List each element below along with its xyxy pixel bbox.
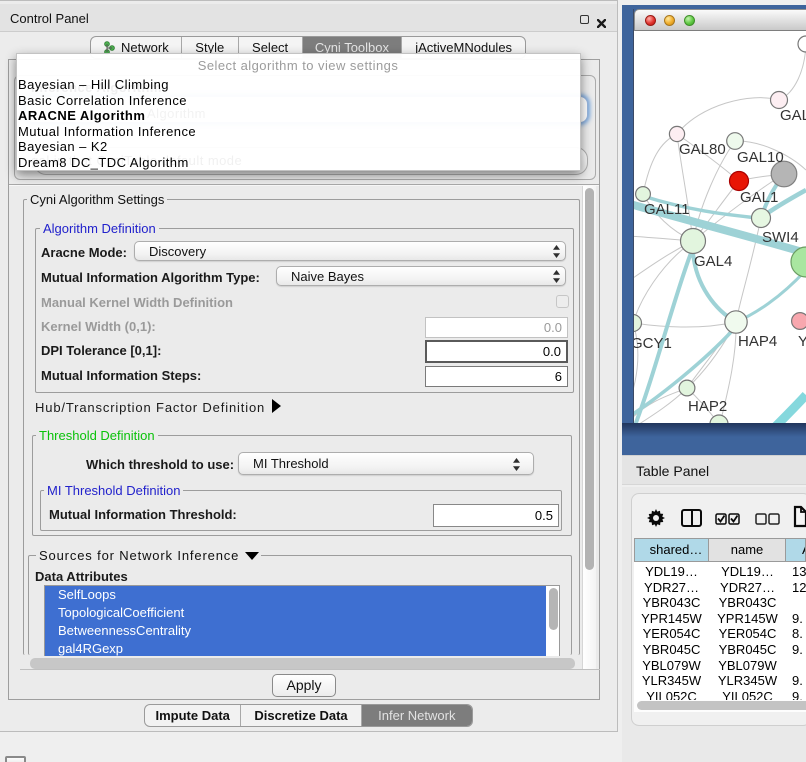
svg-text:SWI4: SWI4 bbox=[762, 229, 799, 246]
svg-text:HAP4: HAP4 bbox=[738, 333, 777, 350]
svg-text:GAL11: GAL11 bbox=[644, 201, 690, 218]
svg-text:GAL10: GAL10 bbox=[737, 149, 784, 166]
svg-text:GAL: GAL bbox=[780, 107, 806, 124]
svg-text:GAL1: GAL1 bbox=[740, 189, 778, 206]
svg-text:GCY1: GCY1 bbox=[634, 335, 672, 352]
svg-text:GAL80: GAL80 bbox=[679, 141, 726, 158]
svg-text:HAP2: HAP2 bbox=[688, 398, 727, 415]
svg-text:Y: Y bbox=[798, 333, 806, 350]
svg-text:GAL4: GAL4 bbox=[694, 253, 732, 270]
